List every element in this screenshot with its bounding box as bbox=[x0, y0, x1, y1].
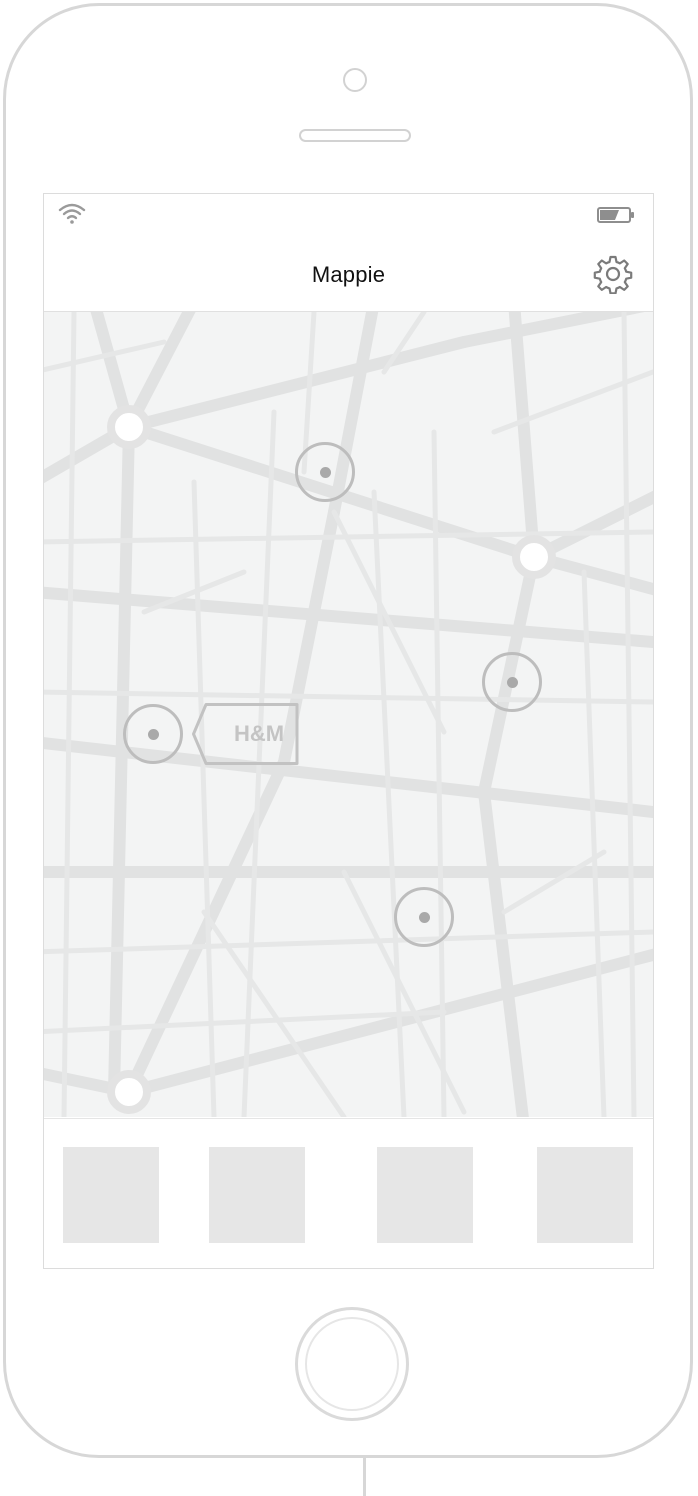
pin-dot bbox=[418, 911, 430, 923]
map-pin-selected[interactable] bbox=[123, 704, 183, 764]
tab-item-3[interactable] bbox=[377, 1147, 473, 1243]
wifi-icon bbox=[58, 203, 86, 224]
place-label-text: H&M bbox=[233, 721, 285, 746]
bottom-tab-bar bbox=[44, 1118, 653, 1268]
tab-item-1[interactable] bbox=[63, 1147, 159, 1243]
home-button-ring bbox=[305, 1317, 399, 1411]
street-junction bbox=[512, 535, 556, 579]
status-bar bbox=[44, 194, 653, 234]
map-pin[interactable] bbox=[394, 887, 454, 947]
battery-icon bbox=[597, 207, 634, 223]
tab-item-2[interactable] bbox=[209, 1147, 305, 1243]
earpiece-speaker bbox=[299, 129, 411, 142]
home-button[interactable] bbox=[295, 1307, 409, 1421]
device-cable bbox=[363, 1458, 366, 1496]
app-title: Mappie bbox=[311, 262, 386, 287]
pin-dot bbox=[319, 466, 331, 478]
map-pin[interactable] bbox=[295, 442, 355, 502]
tab-item-4[interactable] bbox=[537, 1147, 633, 1243]
street-junction bbox=[107, 405, 151, 449]
place-label-tag[interactable]: H&M bbox=[192, 703, 300, 765]
map-pin[interactable] bbox=[482, 652, 542, 712]
map-view[interactable]: H&M bbox=[44, 312, 653, 1117]
pin-dot bbox=[506, 676, 518, 688]
pin-dot bbox=[147, 728, 159, 740]
app-screen: Mappie H&M bbox=[43, 193, 654, 1269]
front-camera bbox=[343, 68, 367, 92]
street-junction bbox=[107, 1070, 151, 1114]
navigation-bar: Mappie bbox=[44, 234, 653, 312]
gear-icon[interactable] bbox=[593, 254, 633, 294]
